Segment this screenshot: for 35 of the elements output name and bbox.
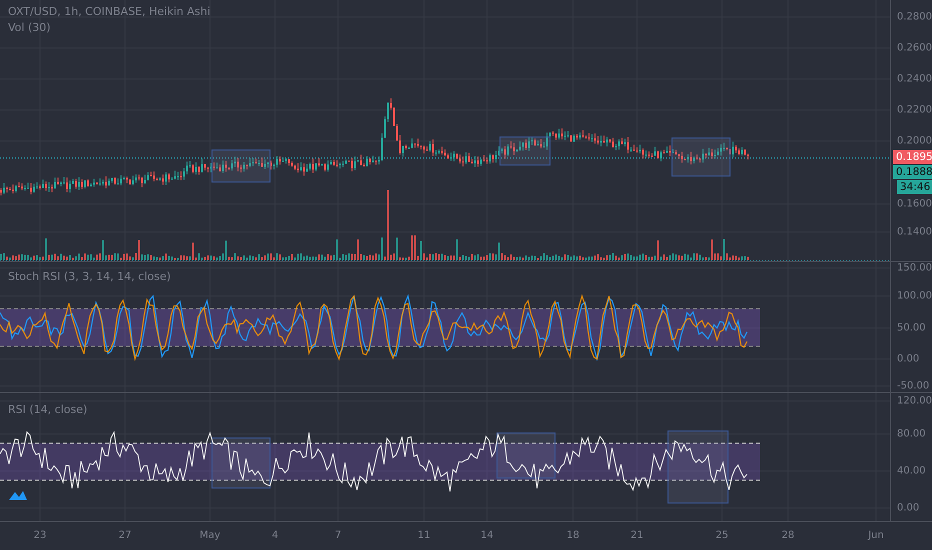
price-tick: 0.2000 xyxy=(897,136,932,146)
indicator-title: Stoch RSI (3, 3, 14, 14, close) xyxy=(8,270,171,283)
time-tick: 28 xyxy=(782,530,794,541)
indicator-title: RSI (14, close) xyxy=(8,403,88,416)
axis-tick: 120.00 xyxy=(897,396,932,406)
axis-tick: 80.00 xyxy=(897,428,926,440)
time-tick: 27 xyxy=(118,530,132,541)
price-tick: 0.1400 xyxy=(897,226,932,238)
price-tick: 0.2800 xyxy=(897,12,932,22)
axis-tick: 100.00 xyxy=(897,290,932,302)
axis-tick: 0.00 xyxy=(897,502,920,514)
axis-tick: 0.00 xyxy=(897,354,920,364)
time-tick: 23 xyxy=(34,530,46,541)
time-tick: 4 xyxy=(272,530,278,541)
price-tick: 0.2600 xyxy=(897,42,932,54)
price-tick: 0.2200 xyxy=(897,104,932,116)
time-tick: 25 xyxy=(716,530,728,541)
time-tick: 7 xyxy=(334,530,342,541)
time-tick: 21 xyxy=(630,530,644,541)
time-tick: Jun xyxy=(868,530,884,541)
chart-title: OXT/USD, 1h, COINBASE, Heikin Ashi xyxy=(8,5,210,18)
axis-tick: 40.00 xyxy=(897,466,926,476)
price-tick: 0.2400 xyxy=(897,74,932,84)
axis-tick: -50.00 xyxy=(897,380,930,392)
price-tag: 0.1888 xyxy=(893,165,932,179)
price-tag: 0.1895 xyxy=(893,150,932,164)
time-tick: 18 xyxy=(566,530,580,541)
time-tick: 11 xyxy=(418,530,430,541)
volume-label: Vol (30) xyxy=(8,21,51,34)
time-tick: 14 xyxy=(480,530,494,541)
time-tick: May xyxy=(200,530,220,541)
axis-tick: 50.00 xyxy=(897,322,926,334)
axis-tick: 150.00 xyxy=(897,262,932,274)
price-tag: 34:46 xyxy=(897,180,932,194)
price-tick: 0.1600 xyxy=(897,198,932,210)
